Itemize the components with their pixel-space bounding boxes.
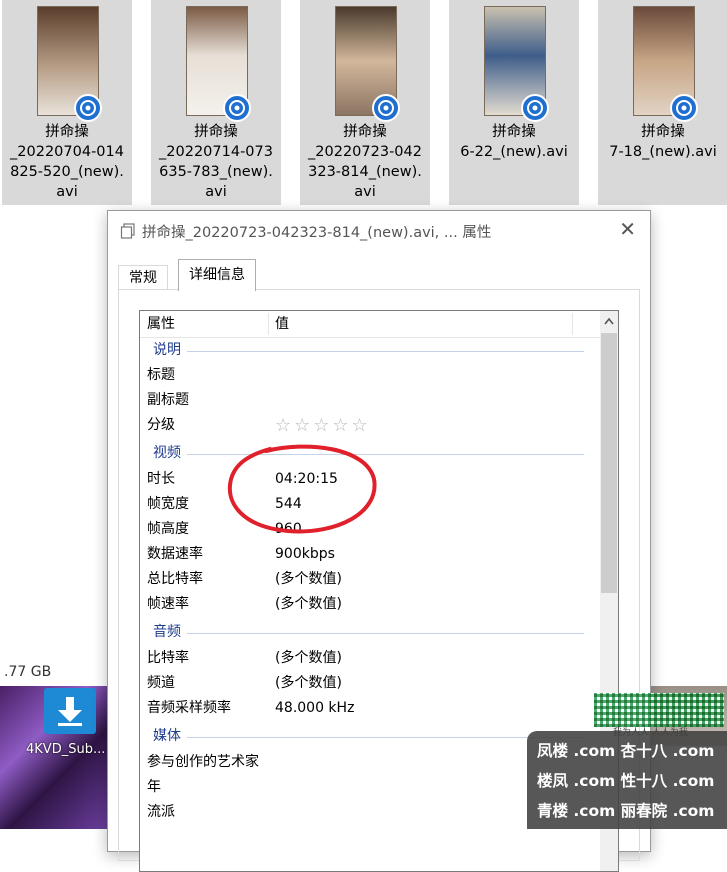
group-label: 音频 bbox=[153, 620, 187, 645]
file-tile-4[interactable]: 拼命操 6-22_(new).avi bbox=[449, 0, 579, 205]
property-name: 音频采样频率 bbox=[147, 700, 231, 716]
property-name: 帧宽度 bbox=[147, 496, 189, 512]
property-value: (多个数值) bbox=[275, 596, 342, 612]
file-name: 拼命操 _20220723-042 323-814_(new). avi bbox=[308, 124, 422, 200]
file-tile-2[interactable]: 拼命操 _20220714-073 635-783_(new). avi bbox=[151, 0, 281, 205]
qr-code-icon bbox=[594, 693, 724, 727]
group-label: 媒体 bbox=[153, 724, 187, 749]
watermark-box: 凤楼 .com 杏十八 .com 楼凤 .com 性十八 .com 青楼 .co… bbox=[527, 731, 727, 829]
property-value: 544 bbox=[275, 496, 302, 512]
group-audio: 音频 bbox=[140, 620, 600, 645]
file-name: 拼命操 _20220714-073 635-783_(new). avi bbox=[159, 124, 273, 200]
group-video: 视频 bbox=[140, 441, 600, 466]
group-divider bbox=[153, 454, 584, 455]
watermark-line: 楼凤 .com 性十八 .com bbox=[537, 772, 715, 790]
watermark-line: 凤楼 .com 杏十八 .com bbox=[537, 742, 715, 760]
file-tile-5[interactable]: 拼命操 7-18_(new).avi bbox=[598, 0, 727, 205]
property-row-frame-height[interactable]: 帧高度 960 bbox=[140, 517, 600, 542]
property-value: (多个数值) bbox=[275, 650, 342, 666]
dialog-title: 拼命操_20220723-042323-814_(new).avi, ... 属… bbox=[142, 225, 492, 241]
free-space-text: .77 GB bbox=[4, 664, 52, 680]
list-header: 属性 值 bbox=[140, 311, 600, 338]
property-name: 年 bbox=[147, 779, 161, 795]
property-row-frame-width[interactable]: 帧宽度 544 bbox=[140, 492, 600, 517]
watermark-line: 青楼 .com 丽春院 .com bbox=[537, 802, 715, 820]
media-player-icon bbox=[74, 94, 102, 122]
scrollbar-thumb[interactable] bbox=[601, 333, 617, 593]
desktop-item-label[interactable]: 4KVD_Sub... bbox=[26, 742, 105, 757]
property-name: 时长 bbox=[147, 471, 175, 487]
chevron-up-icon[interactable] bbox=[604, 317, 614, 325]
file-name: 拼命操 _20220704-014 825-520_(new). avi bbox=[10, 124, 124, 200]
media-player-icon bbox=[372, 94, 400, 122]
property-name: 比特率 bbox=[147, 650, 189, 666]
download-icon[interactable] bbox=[44, 688, 96, 734]
property-value: (多个数值) bbox=[275, 571, 342, 587]
property-value: 04:20:15 bbox=[275, 471, 338, 487]
column-header-property[interactable]: 属性 bbox=[140, 311, 175, 337]
property-row-bitrate[interactable]: 比特率 (多个数值) bbox=[140, 646, 600, 671]
property-name: 参与创作的艺术家 bbox=[147, 754, 259, 770]
tab-general[interactable]: 常规 bbox=[118, 265, 168, 290]
property-name: 副标题 bbox=[147, 392, 189, 408]
copy-icon bbox=[120, 223, 135, 239]
property-row-frame-rate[interactable]: 帧速率 (多个数值) bbox=[140, 592, 600, 617]
property-row-subtitle[interactable]: 副标题 bbox=[140, 388, 600, 413]
column-divider[interactable] bbox=[572, 313, 573, 335]
column-header-value[interactable]: 值 bbox=[268, 311, 289, 337]
tab-details[interactable]: 详细信息 bbox=[178, 259, 256, 291]
property-value: (多个数值) bbox=[275, 675, 342, 691]
file-name: 拼命操 7-18_(new).avi bbox=[609, 124, 717, 160]
group-label: 视频 bbox=[153, 441, 187, 466]
group-label: 说明 bbox=[153, 338, 187, 363]
property-name: 分级 bbox=[147, 417, 175, 433]
group-divider bbox=[153, 351, 584, 352]
property-row-rating[interactable]: 分级 ☆☆☆☆☆ bbox=[140, 413, 600, 438]
property-value: 900kbps bbox=[275, 546, 335, 562]
property-name: 帧速率 bbox=[147, 596, 189, 612]
property-name: 标题 bbox=[147, 367, 175, 383]
property-row-total-bitrate[interactable]: 总比特率 (多个数值) bbox=[140, 567, 600, 592]
property-value: 960 bbox=[275, 521, 302, 537]
property-name: 流派 bbox=[147, 804, 175, 820]
property-row-duration[interactable]: 时长 04:20:15 bbox=[140, 467, 600, 492]
property-name: 频道 bbox=[147, 675, 175, 691]
rating-stars-icon[interactable]: ☆☆☆☆☆ bbox=[275, 413, 371, 438]
property-name: 数据速率 bbox=[147, 546, 203, 562]
media-player-icon bbox=[670, 94, 698, 122]
file-tile-3[interactable]: 拼命操 _20220723-042 323-814_(new). avi bbox=[300, 0, 430, 205]
media-player-icon bbox=[223, 94, 251, 122]
file-tile-1[interactable]: 拼命操 _20220704-014 825-520_(new). avi bbox=[2, 0, 132, 205]
group-divider bbox=[153, 633, 584, 634]
group-description: 说明 bbox=[140, 338, 600, 363]
property-value: 48.000 kHz bbox=[275, 700, 355, 716]
file-name: 拼命操 6-22_(new).avi bbox=[460, 124, 568, 160]
watermark-overlay: 我为人人 人人为我 凤楼 .com 杏十八 .com 楼凤 .com 性十八 .… bbox=[527, 693, 727, 829]
property-name: 总比特率 bbox=[147, 571, 203, 587]
media-player-icon bbox=[521, 94, 549, 122]
property-row-data-rate[interactable]: 数据速率 900kbps bbox=[140, 542, 600, 567]
group-divider bbox=[153, 737, 584, 738]
property-name: 帧高度 bbox=[147, 521, 189, 537]
property-row-title[interactable]: 标题 bbox=[140, 363, 600, 388]
close-icon[interactable]: ✕ bbox=[619, 219, 636, 239]
